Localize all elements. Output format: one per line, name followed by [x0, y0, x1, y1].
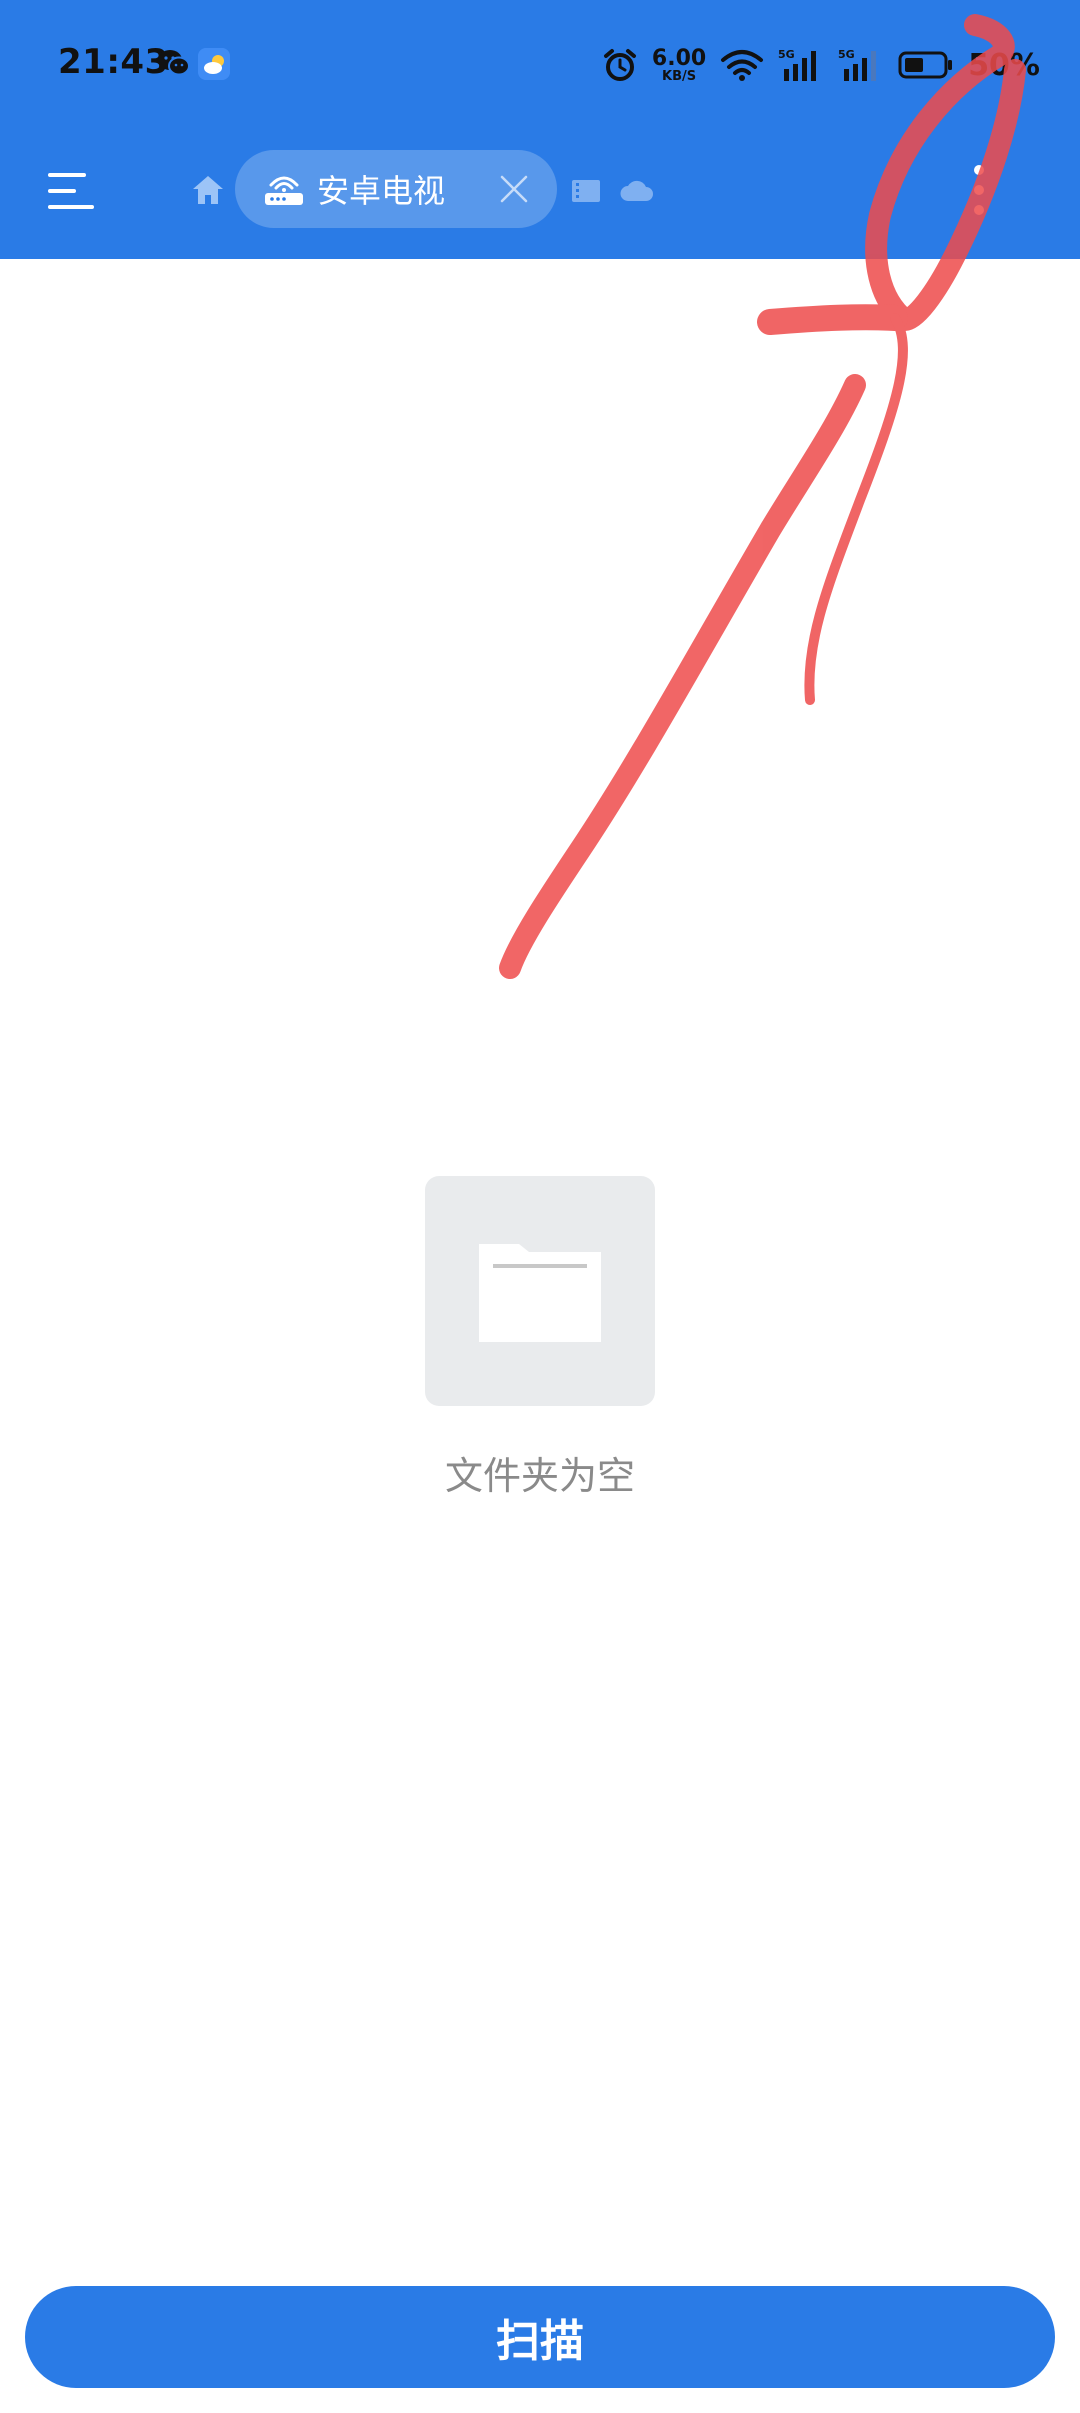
network-speed-value: 6.00	[651, 45, 707, 71]
folder-icon	[479, 1244, 601, 1342]
home-icon[interactable]	[190, 172, 226, 208]
empty-folder-message: 文件夹为空	[444, 1454, 635, 1498]
status-indicators: 6.00 KB/S 5G 5G 50%	[602, 40, 1040, 90]
battery-percentage: 50%	[968, 47, 1040, 83]
file-browser-screen: 21:43 6.00 KB/S 5G 5G 50% 安卓电视 文件夹为空 扫描	[0, 0, 1080, 2413]
scan-button[interactable]: 扫描	[25, 2286, 1055, 2388]
device-chip-label: 安卓电视	[317, 172, 446, 210]
close-icon[interactable]	[499, 174, 529, 204]
cloud-icon[interactable]	[620, 177, 654, 203]
weather-icon	[198, 48, 230, 80]
empty-folder-illustration	[425, 1176, 655, 1406]
svg-text:5G: 5G	[838, 48, 855, 61]
alarm-icon	[603, 49, 636, 81]
header: 21:43 6.00 KB/S 5G 5G 50% 安卓电视	[0, 0, 1080, 259]
signal-5g-icon: 5G	[778, 48, 817, 81]
svg-text:5G: 5G	[778, 48, 795, 61]
film-icon[interactable]	[570, 177, 602, 205]
status-time: 21:43	[58, 42, 169, 82]
signal-5g-icon-2: 5G	[838, 48, 877, 81]
network-speed-unit: KB/S	[662, 68, 697, 84]
more-vertical-icon[interactable]	[966, 160, 992, 220]
network-speed: 6.00 KB/S	[651, 45, 707, 84]
wifi-icon	[721, 50, 764, 81]
router-icon	[265, 176, 303, 205]
wechat-icon	[158, 50, 190, 76]
device-breadcrumb-chip[interactable]: 安卓电视	[235, 150, 557, 228]
battery-icon	[898, 51, 953, 79]
menu-icon[interactable]	[44, 167, 98, 215]
status-bar: 21:43 6.00 KB/S 5G 5G 50%	[0, 0, 1080, 130]
app-bar: 安卓电视	[0, 130, 1080, 259]
